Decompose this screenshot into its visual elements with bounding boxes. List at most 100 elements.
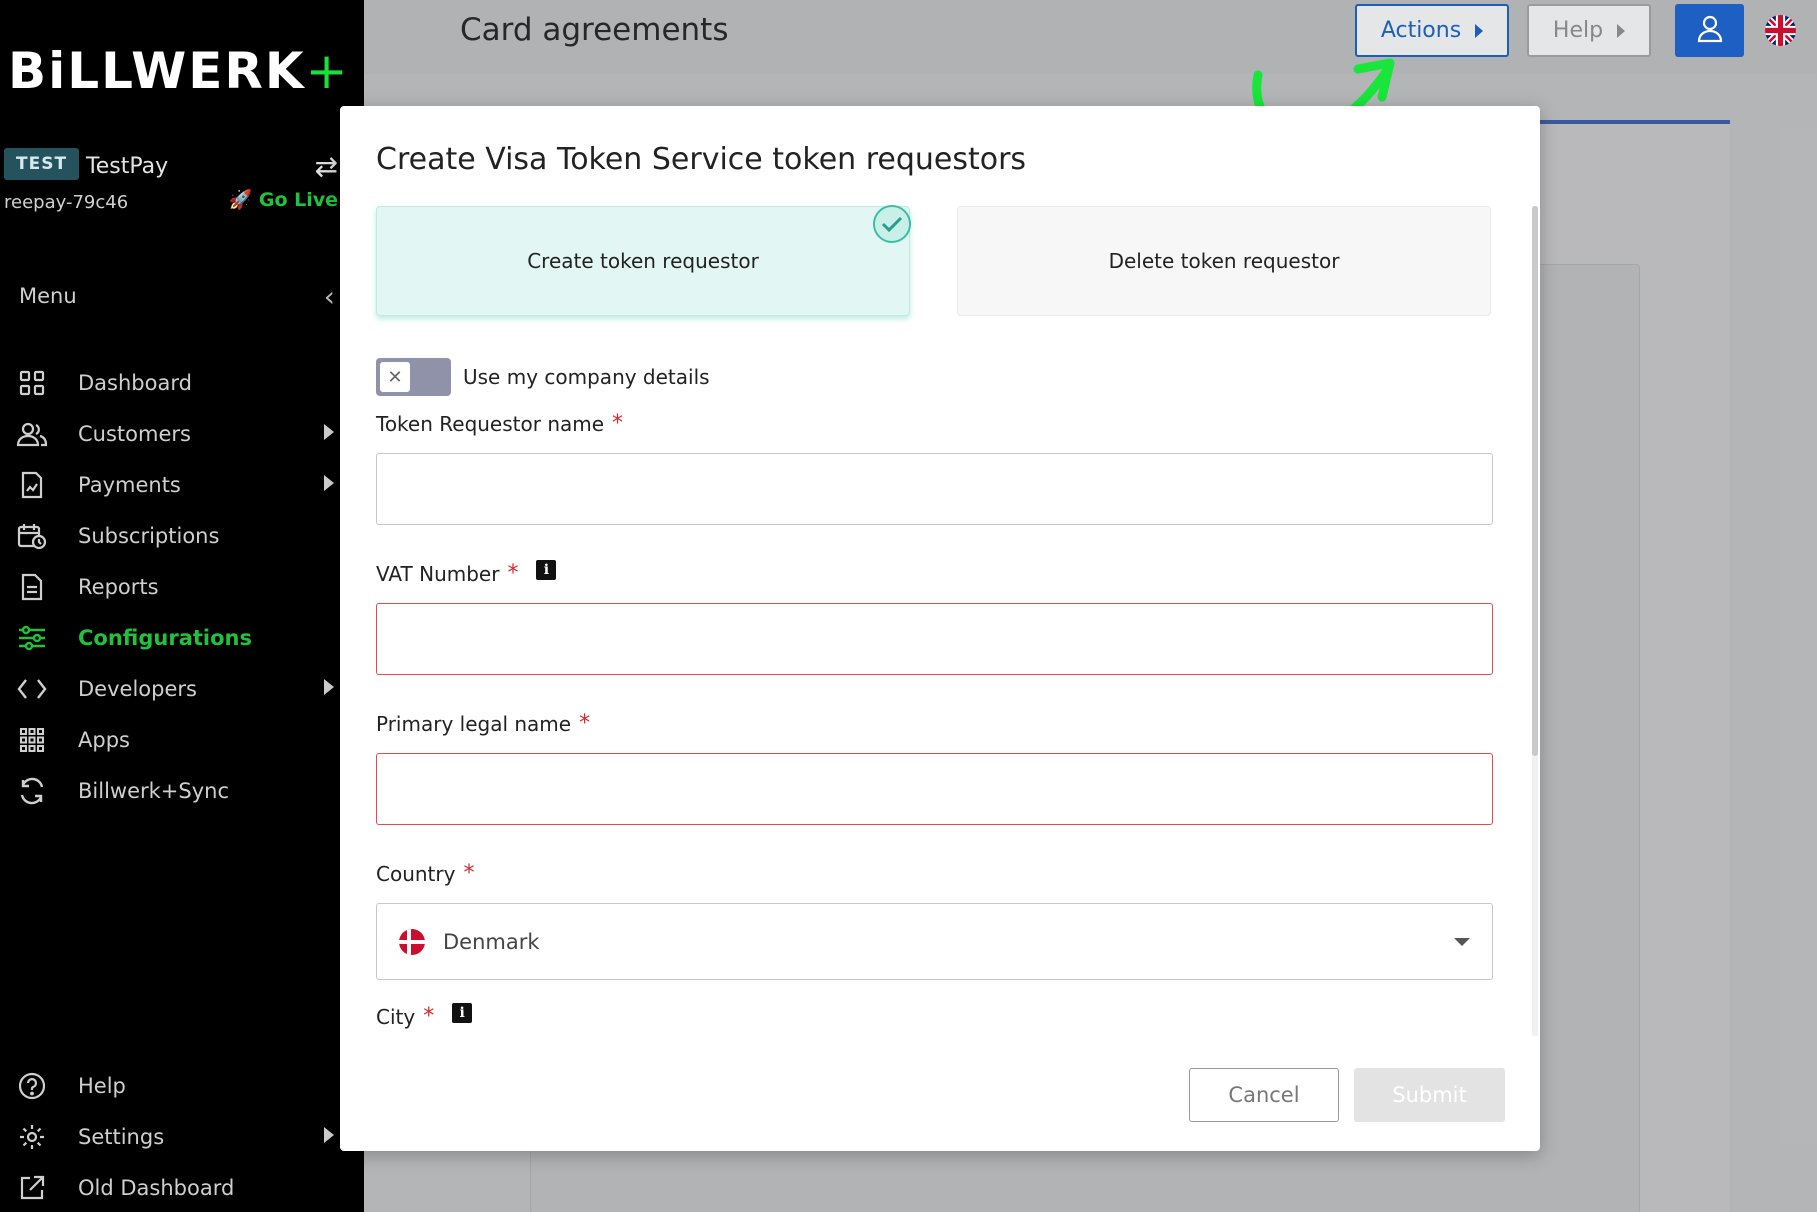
required-asterisk-icon: * [612,411,624,436]
modal-title: Create Visa Token Service token requesto… [376,142,1027,177]
logo-plus: + [305,42,350,100]
sidebar-item-settings[interactable]: Settings [0,1111,340,1162]
info-icon[interactable]: i [452,1002,473,1023]
token-requestor-name-input[interactable] [376,453,1493,525]
account-id: reepay-79c46 [4,192,129,213]
modal-scrollbar[interactable] [1532,206,1538,1036]
option-label: Delete token requestor [1108,249,1340,273]
sidebar-item-payments[interactable]: Payments [0,459,340,510]
calendar-clock-icon [16,522,48,550]
sidebar-item-label: Old Dashboard [78,1175,235,1200]
delete-token-requestor-option[interactable]: Delete token requestor [957,206,1491,316]
caret-right-icon [1475,23,1484,38]
country-select[interactable]: Denmark [376,903,1493,980]
option-label: Create token requestor [527,249,759,273]
help-button[interactable]: Help [1527,4,1651,57]
sidebar-item-developers[interactable]: Developers [0,663,340,714]
sidebar-item-apps[interactable]: Apps [0,714,340,765]
help-label: Help [1552,18,1604,43]
field-label-text: Country [376,861,456,886]
sidebar-item-customers[interactable]: Customers [0,408,340,459]
account-name: TestPay [86,154,169,179]
field-label-text: City [376,1004,416,1029]
expand-arrow-icon [324,475,334,491]
sidebar-item-label: Settings [78,1124,165,1149]
cancel-button[interactable]: Cancel [1189,1068,1339,1122]
sidebar-item-dashboard[interactable]: Dashboard [0,357,340,408]
sidebar-item-label: Subscriptions [78,523,220,548]
caret-right-icon [1617,23,1626,38]
sidebar: BiLLWERK+ TEST TestPay ⇄ reepay-79c46 🚀 … [0,0,364,1212]
sidebar-item-label: Payments [78,472,181,497]
grid-icon [16,369,48,397]
denmark-flag-icon [399,928,425,955]
sync-icon [16,777,48,805]
expand-arrow-icon [324,424,334,440]
use-company-details-toggle[interactable]: ✕ [376,358,451,396]
sidebar-item-label: Apps [78,727,130,752]
account-switcher[interactable]: TEST TestPay ⇄ reepay-79c46 🚀 Go Live [4,148,338,213]
user-icon [1697,15,1723,46]
users-icon [16,420,48,448]
menu-label: Menu [19,284,77,308]
invoice-icon [16,471,48,499]
external-link-icon [16,1174,48,1202]
sidebar-item-billwerk-sync[interactable]: Billwerk+Sync [0,765,340,816]
gear-icon [16,1123,48,1151]
required-asterisk-icon: * [463,861,475,886]
user-profile-button[interactable] [1675,4,1744,57]
check-icon [873,205,911,243]
apps-grid-icon [16,726,48,754]
required-asterisk-icon: * [423,1004,435,1029]
create-token-requestor-option[interactable]: Create token requestor [376,205,911,316]
toggle-label: Use my company details [463,365,710,389]
token-requestor-name-label: Token Requestor name * [376,411,623,436]
document-icon [16,573,48,601]
sidebar-item-label: Reports [78,574,159,599]
rocket-icon: 🚀 [228,189,253,211]
required-asterisk-icon: * [579,711,591,736]
expand-arrow-icon [324,1127,334,1143]
company-details-toggle-row: ✕ Use my company details [376,358,710,396]
field-label-text: VAT Number [376,561,500,586]
city-label: City * i [376,1002,473,1029]
scrollbar-thumb[interactable] [1532,206,1538,756]
expand-arrow-icon [324,679,334,695]
help-circle-icon [16,1072,48,1100]
main-nav: Dashboard Customers Payments Subscriptio… [0,357,340,816]
sidebar-item-label: Customers [78,421,191,446]
sidebar-item-old-dashboard[interactable]: Old Dashboard [0,1162,340,1212]
sidebar-item-subscriptions[interactable]: Subscriptions [0,510,340,561]
code-icon [16,675,48,703]
env-badge: TEST [4,148,80,180]
sidebar-item-help[interactable]: Help [0,1060,340,1111]
actions-button[interactable]: Actions [1355,4,1509,57]
city-label-clip: City * i [376,1002,676,1030]
sidebar-item-configurations[interactable]: Configurations [0,612,340,663]
chevron-down-icon [1454,938,1470,946]
language-uk-flag-icon[interactable] [1765,15,1796,46]
primary-legal-name-label: Primary legal name * [376,711,590,736]
country-label: Country * [376,861,474,886]
swap-arrows-icon[interactable]: ⇄ [315,150,338,183]
sidebar-item-label: Dashboard [78,370,192,395]
primary-legal-name-input[interactable] [376,753,1493,825]
vat-number-input[interactable] [376,603,1493,675]
required-asterisk-icon: * [507,561,519,586]
go-live-link[interactable]: 🚀 Go Live [229,188,338,211]
submit-button[interactable]: Submit [1354,1068,1505,1122]
billwerk-logo[interactable]: BiLLWERK+ [8,42,350,100]
country-selected-value: Denmark [443,929,540,954]
actions-label: Actions [1380,18,1462,43]
sidebar-item-label: Configurations [78,625,252,650]
sidebar-item-reports[interactable]: Reports [0,561,340,612]
info-icon[interactable]: i [536,559,557,580]
sliders-icon [16,624,48,652]
logo-text: BiLLWERK [8,42,306,100]
bottom-nav: Help Settings Old Dashboard [0,1060,340,1212]
collapse-menu-icon[interactable]: ‹ [324,280,335,313]
create-token-requestor-modal: Create Visa Token Service token requesto… [340,106,1540,1151]
sidebar-item-label: Help [78,1073,126,1098]
field-label-text: Token Requestor name [376,411,605,436]
close-icon: ✕ [380,362,410,392]
